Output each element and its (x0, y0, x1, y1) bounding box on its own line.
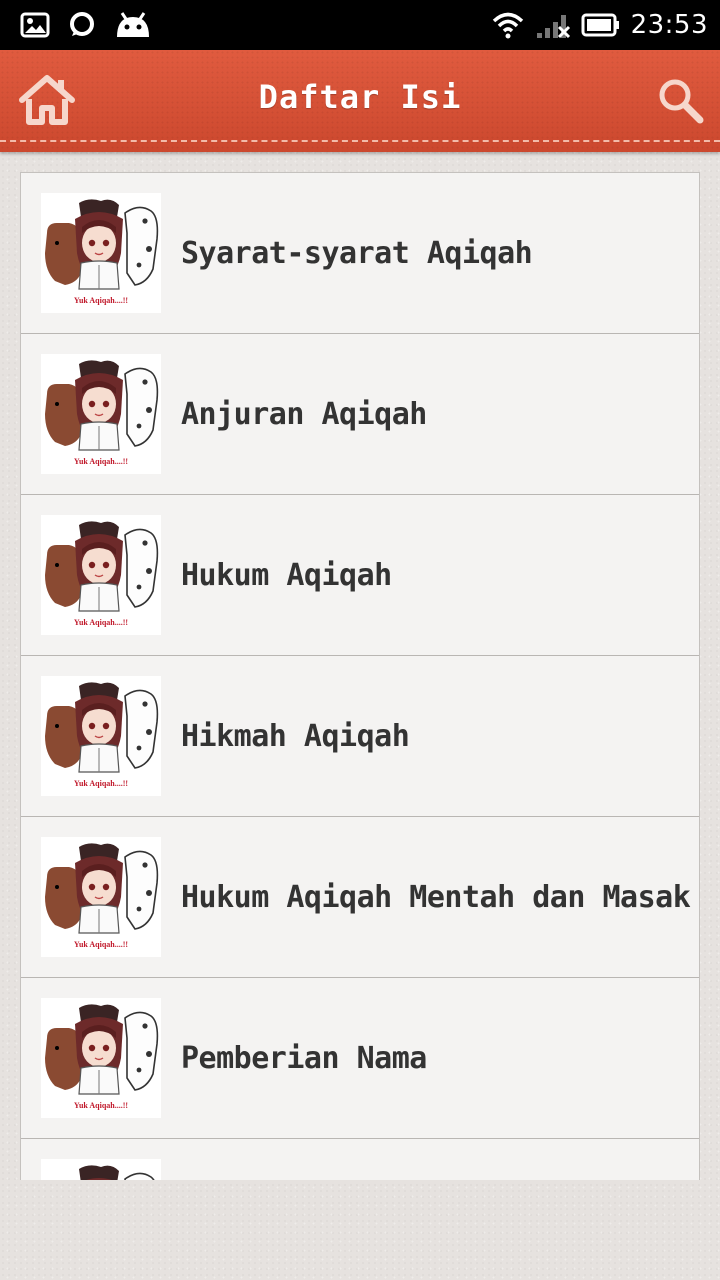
image-icon (20, 12, 50, 38)
item-thumbnail: Yuk Aqiqah....!! (41, 676, 161, 796)
content-list: Yuk Aqiqah....!! Syarat-syarat Aqiqah Yu… (20, 172, 700, 1180)
search-icon (659, 79, 704, 124)
thumbnail-caption: Yuk Aqiqah....!! (74, 779, 128, 788)
list-item[interactable]: Yuk Aqiqah....!! Pemberian Nama (21, 978, 699, 1139)
list-item[interactable]: Yuk Aqiqah....!! (21, 1139, 699, 1180)
thumbnail-caption: Yuk Aqiqah....!! (74, 618, 128, 627)
thumbnail-caption: Yuk Aqiqah....!! (74, 940, 128, 949)
battery-icon (581, 12, 621, 38)
list-item-label: Syarat-syarat Aqiqah (181, 235, 533, 271)
list-item[interactable]: Yuk Aqiqah....!! Hikmah Aqiqah (21, 656, 699, 817)
status-left (20, 11, 152, 39)
android-icon (114, 11, 152, 39)
search-button[interactable] (656, 76, 704, 124)
wifi-icon (491, 11, 525, 39)
status-clock: 23:53 (630, 10, 708, 40)
signal-no-service-icon (535, 11, 571, 39)
item-thumbnail: Yuk Aqiqah....!! (41, 1159, 161, 1180)
thumbnail-caption: Yuk Aqiqah....!! (74, 1101, 128, 1110)
status-right: 23:53 (491, 10, 708, 40)
content-list-container[interactable]: Yuk Aqiqah....!! Syarat-syarat Aqiqah Yu… (20, 172, 700, 1180)
list-item-label: Anjuran Aqiqah (181, 396, 427, 432)
list-item[interactable]: Yuk Aqiqah....!! Syarat-syarat Aqiqah (21, 173, 699, 334)
list-item-label: Hukum Aqiqah Mentah dan Masak (181, 879, 691, 915)
thumbnail-caption: Yuk Aqiqah....!! (74, 296, 128, 305)
page-title: Daftar Isi (258, 78, 462, 116)
list-item-label: Pemberian Nama (181, 1040, 427, 1076)
item-thumbnail: Yuk Aqiqah....!! (41, 193, 161, 313)
item-thumbnail: Yuk Aqiqah....!! (41, 515, 161, 635)
item-thumbnail: Yuk Aqiqah....!! (41, 354, 161, 474)
app-header: Daftar Isi (0, 50, 720, 152)
thumbnail-caption: Yuk Aqiqah....!! (74, 457, 128, 466)
list-item[interactable]: Yuk Aqiqah....!! Hukum Aqiqah (21, 495, 699, 656)
item-thumbnail: Yuk Aqiqah....!! (41, 837, 161, 957)
list-item-label: Hikmah Aqiqah (181, 718, 410, 754)
list-item-label: Hukum Aqiqah (181, 557, 392, 593)
status-bar: 23:53 (0, 0, 720, 50)
list-item[interactable]: Yuk Aqiqah....!! Hukum Aqiqah Mentah dan… (21, 817, 699, 978)
item-thumbnail: Yuk Aqiqah....!! (41, 998, 161, 1118)
chat-bubble-icon (68, 11, 96, 39)
list-item[interactable]: Yuk Aqiqah....!! Anjuran Aqiqah (21, 334, 699, 495)
